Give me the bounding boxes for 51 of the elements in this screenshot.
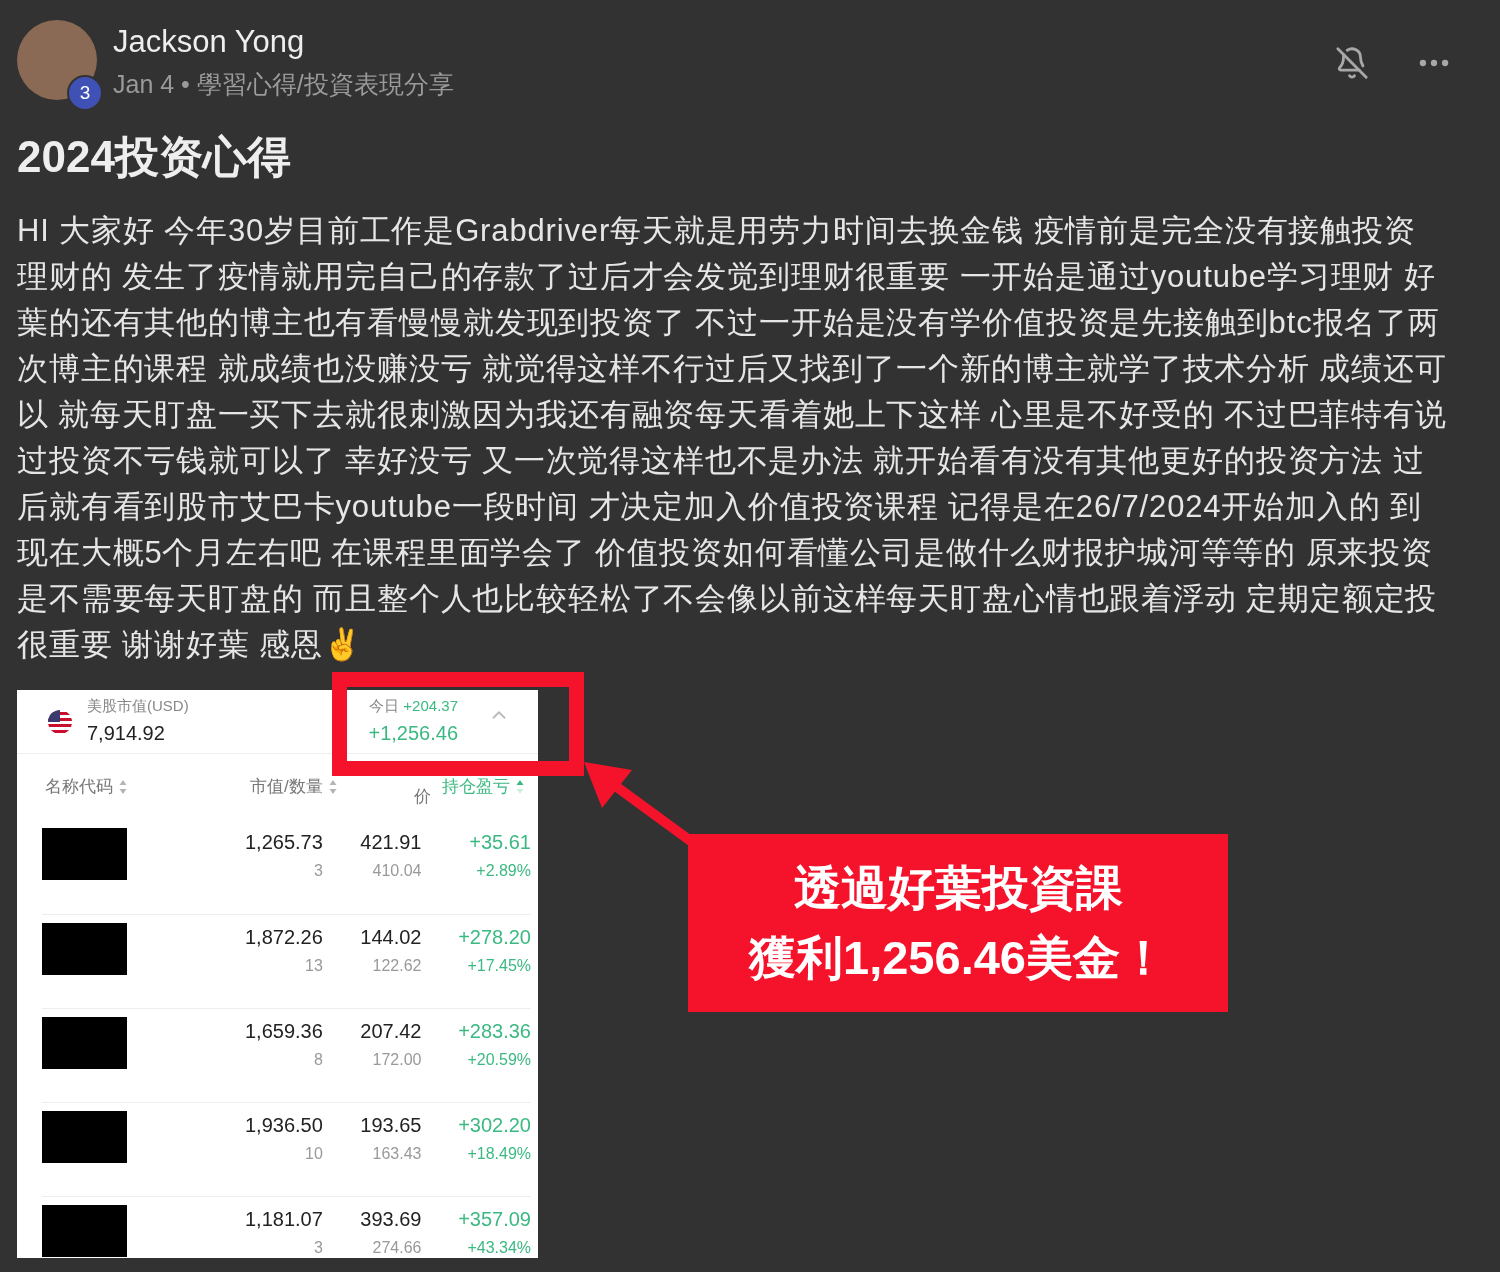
- cost-price: 122.62: [372, 956, 422, 976]
- quantity: 3: [313, 861, 323, 881]
- cost-price: 172.00: [372, 1050, 422, 1070]
- post-title: 2024投资心得: [17, 131, 292, 183]
- market-value: 1,659.36: [245, 1019, 323, 1044]
- today-label: 今日: [369, 696, 400, 717]
- position-pnl: +357.09: [458, 1207, 531, 1232]
- sort-icon: [328, 779, 337, 795]
- author-name[interactable]: Jackson Yong: [113, 20, 454, 64]
- current-price: 144.02: [360, 925, 422, 950]
- position-pnl: +283.36: [458, 1019, 531, 1044]
- market-value: 7,914.92: [87, 720, 166, 746]
- position-pnl: +35.61: [469, 830, 531, 855]
- pnl-percent: +17.45%: [467, 956, 531, 976]
- current-price: 393.69: [360, 1207, 422, 1232]
- pnl-percent: +20.59%: [467, 1050, 531, 1070]
- current-price: 193.65: [360, 1113, 422, 1138]
- market-label: 美股市值(USD): [87, 696, 189, 717]
- quantity: 10: [305, 1144, 323, 1164]
- market-value: 1,265.73: [245, 830, 323, 855]
- market-value: 1,936.50: [245, 1113, 323, 1138]
- column-header[interactable]: 市值/数量: [218, 774, 337, 800]
- total-change: +1,256.46: [368, 720, 458, 746]
- quantity: 13: [305, 956, 323, 976]
- cost-price: 410.04: [372, 861, 422, 881]
- pnl-percent: +2.89%: [476, 861, 531, 881]
- callout-text: 透過好葉投資課: [793, 860, 1123, 916]
- column-header[interactable]: 名称代码: [45, 774, 219, 800]
- us-flag-icon: [47, 708, 73, 735]
- post-body: HI 大家好 今年30岁目前工作是Grabdriver每天就是用劳力时间去换金钱 疫情前是完全没有接触投资理财的 发生了疫情就用完自己的存款了过后才会发觉到理财很重要 一开始是通过youtube学习理财 好葉的还有其他的博主也有看慢慢就发现到投资了 不过一开始是没有学价值投资是先接触到btc报名了两次博主的课程 就成绩也没赚没亏 就觉得这样不行过后又找到了一个新的博主就学了技术分析 成绩还可以 就每天盯盘一买下去就很刺激因为我还有融资每天看着她上下这样 心里是不好受的 不过巴菲特有说过投资不亏钱就可以了 幸好没亏 又一次觉得这样也不是办法 就开始看有没有其他更好的投资方法 过后就有看到股市艾巴卡youtube一段时间 才决定加入价值投资课程 记得是在26/7/2024开始加入的 到现在大概5个月左右吧 在课程里面学会了 价值投资如何看懂公司是做什么财报护城河等等的 原来投资是不需要每天盯盘的 而且整个人也比较轻松了不会像以前这样每天盯盘心情也跟着浮动 定期定额定投很重要 谢谢好葉 感恩✌: [17, 212, 1447, 664]
- column-header[interactable]: 价: [336, 764, 432, 810]
- market-value: 1,181.07: [245, 1207, 323, 1232]
- sort-icon: [119, 779, 127, 795]
- pnl-percent: +43.34%: [467, 1238, 531, 1258]
- level-badge: 3: [67, 75, 103, 111]
- cost-price: 274.66: [372, 1238, 422, 1258]
- callout-text: 獲利1,256.46美金！: [749, 930, 1167, 986]
- pnl-percent: +18.49%: [467, 1144, 531, 1164]
- column-header[interactable]: 持仓盈亏: [431, 774, 524, 800]
- sort-icon: [516, 779, 524, 795]
- today-change: +204.37: [403, 696, 458, 717]
- cost-price: 163.43: [372, 1144, 422, 1164]
- quantity: 8: [313, 1050, 323, 1070]
- market-value: 1,872.26: [245, 925, 323, 950]
- position-pnl: +302.20: [458, 1113, 531, 1138]
- position-pnl: +278.20: [458, 925, 531, 950]
- current-price: 421.91: [360, 830, 422, 855]
- bell-off-icon[interactable]: [1335, 46, 1369, 80]
- post-meta: Jan 4 • 學習心得/投資表現分享: [113, 69, 454, 100]
- quantity: 3: [313, 1238, 323, 1258]
- current-price: 207.42: [360, 1019, 422, 1044]
